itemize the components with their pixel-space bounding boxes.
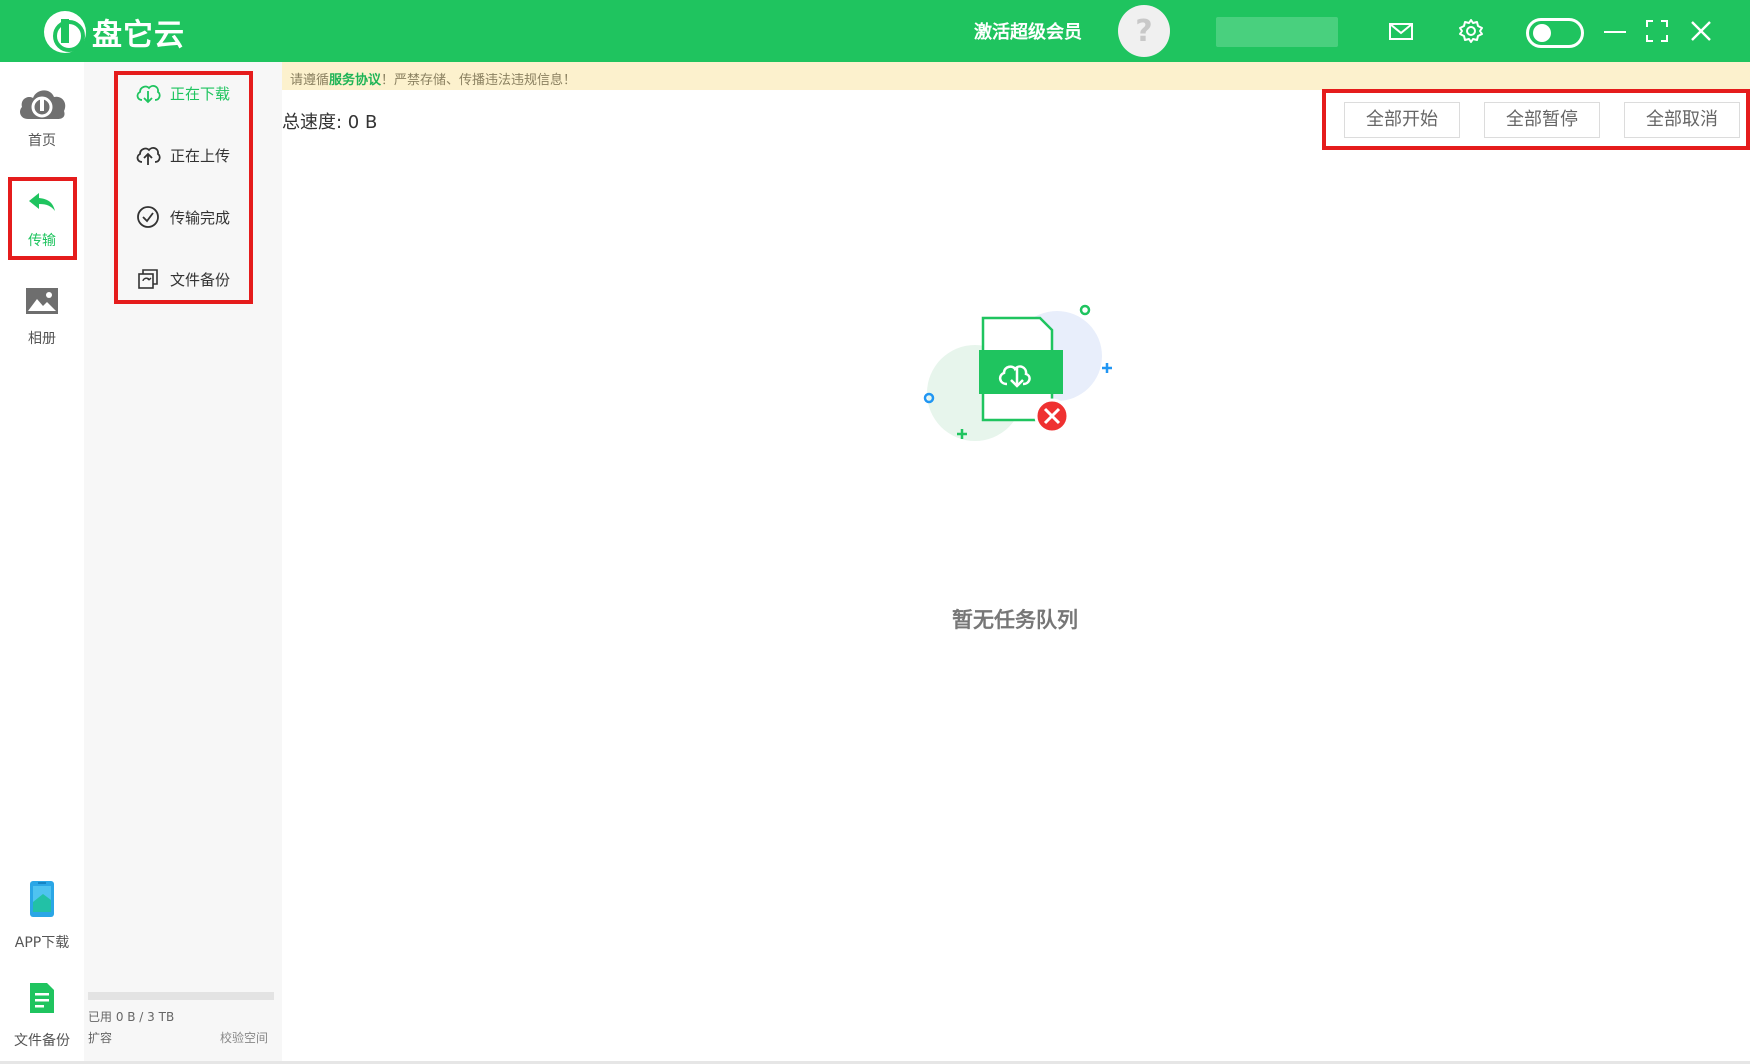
avatar[interactable]: ? [1118,5,1170,57]
expand-storage-link[interactable]: 扩容 [88,1029,112,1046]
gear-icon[interactable] [1456,16,1486,46]
close-icon[interactable] [1686,16,1716,46]
notice-prefix: 请遵循 [290,73,330,88]
maximize-icon[interactable] [1642,16,1672,46]
logo-icon [44,11,86,53]
image-icon [26,288,58,314]
highlight-box-subnav [114,71,253,304]
verify-space-link[interactable]: 校验空间 [220,1029,268,1046]
nav-label-app-download: APP下载 [14,935,70,951]
nav-item-album[interactable]: 相册 [0,278,84,348]
activate-vip-link[interactable]: 激活超级会员 [974,18,1082,44]
document-icon [30,983,54,1013]
username-blurred [1216,17,1338,47]
total-speed: 总速度: 0 B [282,112,378,133]
empty-queue-text: 暂无任务队列 [952,608,1078,632]
storage-usage-bar [88,992,274,1000]
empty-queue-illustration [923,304,1112,441]
avatar-placeholder-glyph: ? [1135,13,1153,49]
nav-label-home: 首页 [28,133,56,149]
minimize-icon[interactable] [1600,16,1630,46]
mail-icon[interactable] [1386,16,1416,46]
app-logo: 盘它云 [44,10,185,54]
theme-toggle[interactable] [1526,18,1584,48]
nav-item-file-backup[interactable]: 文件备份 [0,970,84,1050]
highlight-box-transfer-nav [8,177,77,260]
phone-icon [30,881,54,917]
title-bar: 盘它云 激活超级会员 ? [0,0,1750,62]
highlight-box-action-buttons [1322,89,1750,150]
nav-item-home[interactable]: 首页 [0,80,84,150]
nav-item-app-download[interactable]: APP下载 [0,870,84,952]
nav-label-album: 相册 [28,331,56,347]
notice-suffix: ！严禁存储、传播违法违规信息！ [381,73,577,88]
nav-label-file-backup: 文件备份 [14,1033,70,1049]
storage-usage-text: 已用 0 B / 3 TB [88,1010,175,1024]
service-agreement-link[interactable]: 服务协议 [329,73,381,88]
cloud-icon [20,90,66,119]
app-title: 盘它云 [92,18,185,53]
notice-bar: 请遵循服务协议！严禁存储、传播违法违规信息！ [282,62,1750,90]
